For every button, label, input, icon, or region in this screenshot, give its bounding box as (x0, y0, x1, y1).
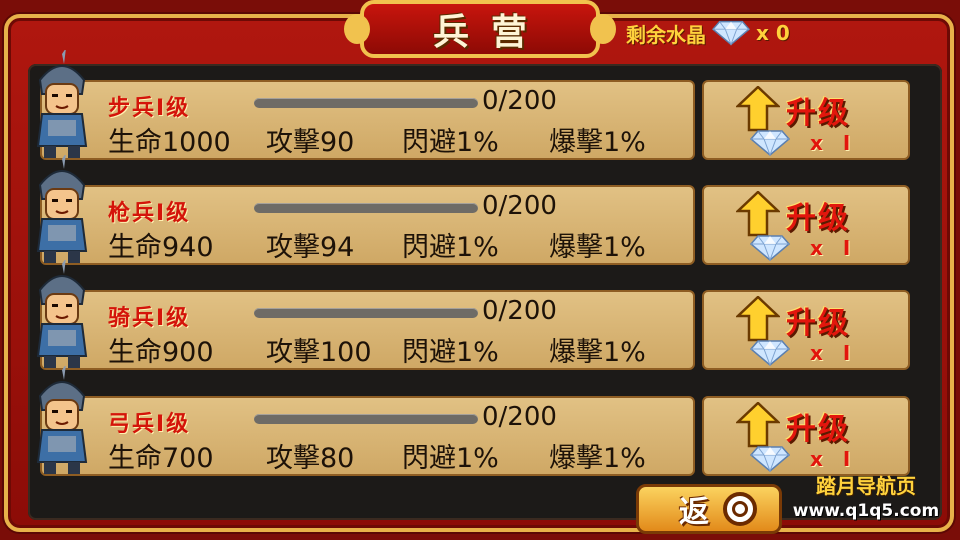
stat-crit: 爆擊1% (549, 232, 646, 263)
stat-crit: 爆擊1% (549, 127, 646, 158)
cost-amount: Ⅰ (842, 236, 851, 260)
stat-crit: 爆擊1% (549, 443, 646, 474)
xp-progress-bar (254, 308, 478, 318)
stat-dodge: 閃避1% (402, 443, 499, 474)
stat-attack: 攻擊100 (266, 337, 372, 368)
stat-hp: 生命1000 (108, 127, 231, 158)
xp-progress-text: 0/200 (482, 296, 557, 326)
upgrade-button[interactable]: 升级 x Ⅰ (702, 396, 910, 476)
cost-amount: Ⅰ (842, 447, 851, 471)
stat-hp: 生命900 (108, 337, 214, 368)
xp-progress-bar (254, 98, 478, 108)
unit-name: 弓兵Ⅰ级 (108, 412, 191, 437)
cost-amount: Ⅰ (842, 131, 851, 155)
title-plate: 兵营 (344, 0, 616, 58)
stat-dodge: 閃避1% (402, 232, 499, 263)
stat-dodge: 閃避1% (402, 337, 499, 368)
stat-attack: 攻擊90 (266, 127, 355, 158)
unit-row: 枪兵Ⅰ级 0/200 生命940 攻擊94 閃避1% 爆擊1% 升级 x Ⅰ (36, 155, 910, 265)
crystal-count: x 0 (756, 21, 790, 45)
stat-attack: 攻擊94 (266, 232, 355, 263)
crystal-icon (750, 446, 790, 472)
spearman-soldier-icon (26, 155, 98, 265)
upgrade-cost: x Ⅰ (750, 446, 850, 472)
cost-multiplier: x (810, 447, 823, 471)
infantry-soldier-icon (26, 50, 98, 160)
archer-soldier-icon (26, 366, 98, 476)
unit-info-panel: 骑兵Ⅰ级 0/200 生命900 攻擊100 閃避1% 爆擊1% (40, 290, 695, 370)
upgrade-button[interactable]: 升级 x Ⅰ (702, 80, 910, 160)
back-button[interactable]: 返 (636, 484, 782, 534)
crystal-icon (750, 130, 790, 156)
xp-progress-text: 0/200 (482, 86, 557, 116)
xp-progress-text: 0/200 (482, 191, 557, 221)
crystal-icon (750, 340, 790, 366)
stat-hp: 生命940 (108, 232, 214, 263)
page-title: 兵营 (432, 12, 549, 53)
upgrade-cost: x Ⅰ (750, 130, 850, 156)
upgrade-label: 升级 (786, 201, 850, 236)
back-label: 返 (679, 495, 709, 530)
cost-multiplier: x (810, 341, 823, 365)
cost-amount: Ⅰ (842, 341, 851, 365)
crystal-icon (712, 20, 750, 46)
upgrade-button[interactable]: 升级 x Ⅰ (702, 185, 910, 265)
crystal-icon (750, 235, 790, 261)
xp-progress-bar (254, 203, 478, 213)
stat-dodge: 閃避1% (402, 127, 499, 158)
unit-info-panel: 弓兵Ⅰ级 0/200 生命700 攻擊80 閃避1% 爆擊1% (40, 396, 695, 476)
upgrade-cost: x Ⅰ (750, 235, 850, 261)
upgrade-arrow-icon (736, 191, 780, 237)
unit-row: 步兵Ⅰ级 0/200 生命1000 攻擊90 閃避1% 爆擊1% 升级 x Ⅰ (36, 50, 910, 160)
xp-progress-text: 0/200 (482, 402, 557, 432)
site-watermark: 踏月导航页 www.q1q5.com (776, 470, 956, 521)
watermark-title: 踏月导航页 (816, 474, 916, 498)
stat-hp: 生命700 (108, 443, 214, 474)
upgrade-arrow-icon (736, 86, 780, 132)
upgrade-label: 升级 (786, 96, 850, 131)
unit-row: 骑兵Ⅰ级 0/200 生命900 攻擊100 閃避1% 爆擊1% 升级 x Ⅰ (36, 260, 910, 370)
cost-multiplier: x (810, 236, 823, 260)
unit-name: 枪兵Ⅰ级 (108, 201, 191, 226)
crystal-label: 剩余水晶 (626, 22, 706, 47)
cavalry-soldier-icon (26, 260, 98, 370)
cost-multiplier: x (810, 131, 823, 155)
xp-progress-bar (254, 414, 478, 424)
return-circle-icon (723, 492, 757, 526)
upgrade-arrow-icon (736, 296, 780, 342)
unit-info-panel: 枪兵Ⅰ级 0/200 生命940 攻擊94 閃避1% 爆擊1% (40, 185, 695, 265)
stat-attack: 攻擊80 (266, 443, 355, 474)
stat-crit: 爆擊1% (549, 337, 646, 368)
crystal-counter: 剩余水晶 x 0 (626, 16, 790, 50)
upgrade-cost: x Ⅰ (750, 340, 850, 366)
unit-name: 骑兵Ⅰ级 (108, 306, 191, 331)
upgrade-button[interactable]: 升级 x Ⅰ (702, 290, 910, 370)
unit-info-panel: 步兵Ⅰ级 0/200 生命1000 攻擊90 閃避1% 爆擊1% (40, 80, 695, 160)
unit-row: 弓兵Ⅰ级 0/200 生命700 攻擊80 閃避1% 爆擊1% 升级 x Ⅰ (36, 366, 910, 476)
upgrade-arrow-icon (736, 402, 780, 448)
watermark-url: www.q1q5.com (792, 501, 940, 521)
upgrade-label: 升级 (786, 306, 850, 341)
upgrade-label: 升级 (786, 412, 850, 447)
unit-name: 步兵Ⅰ级 (108, 96, 191, 121)
